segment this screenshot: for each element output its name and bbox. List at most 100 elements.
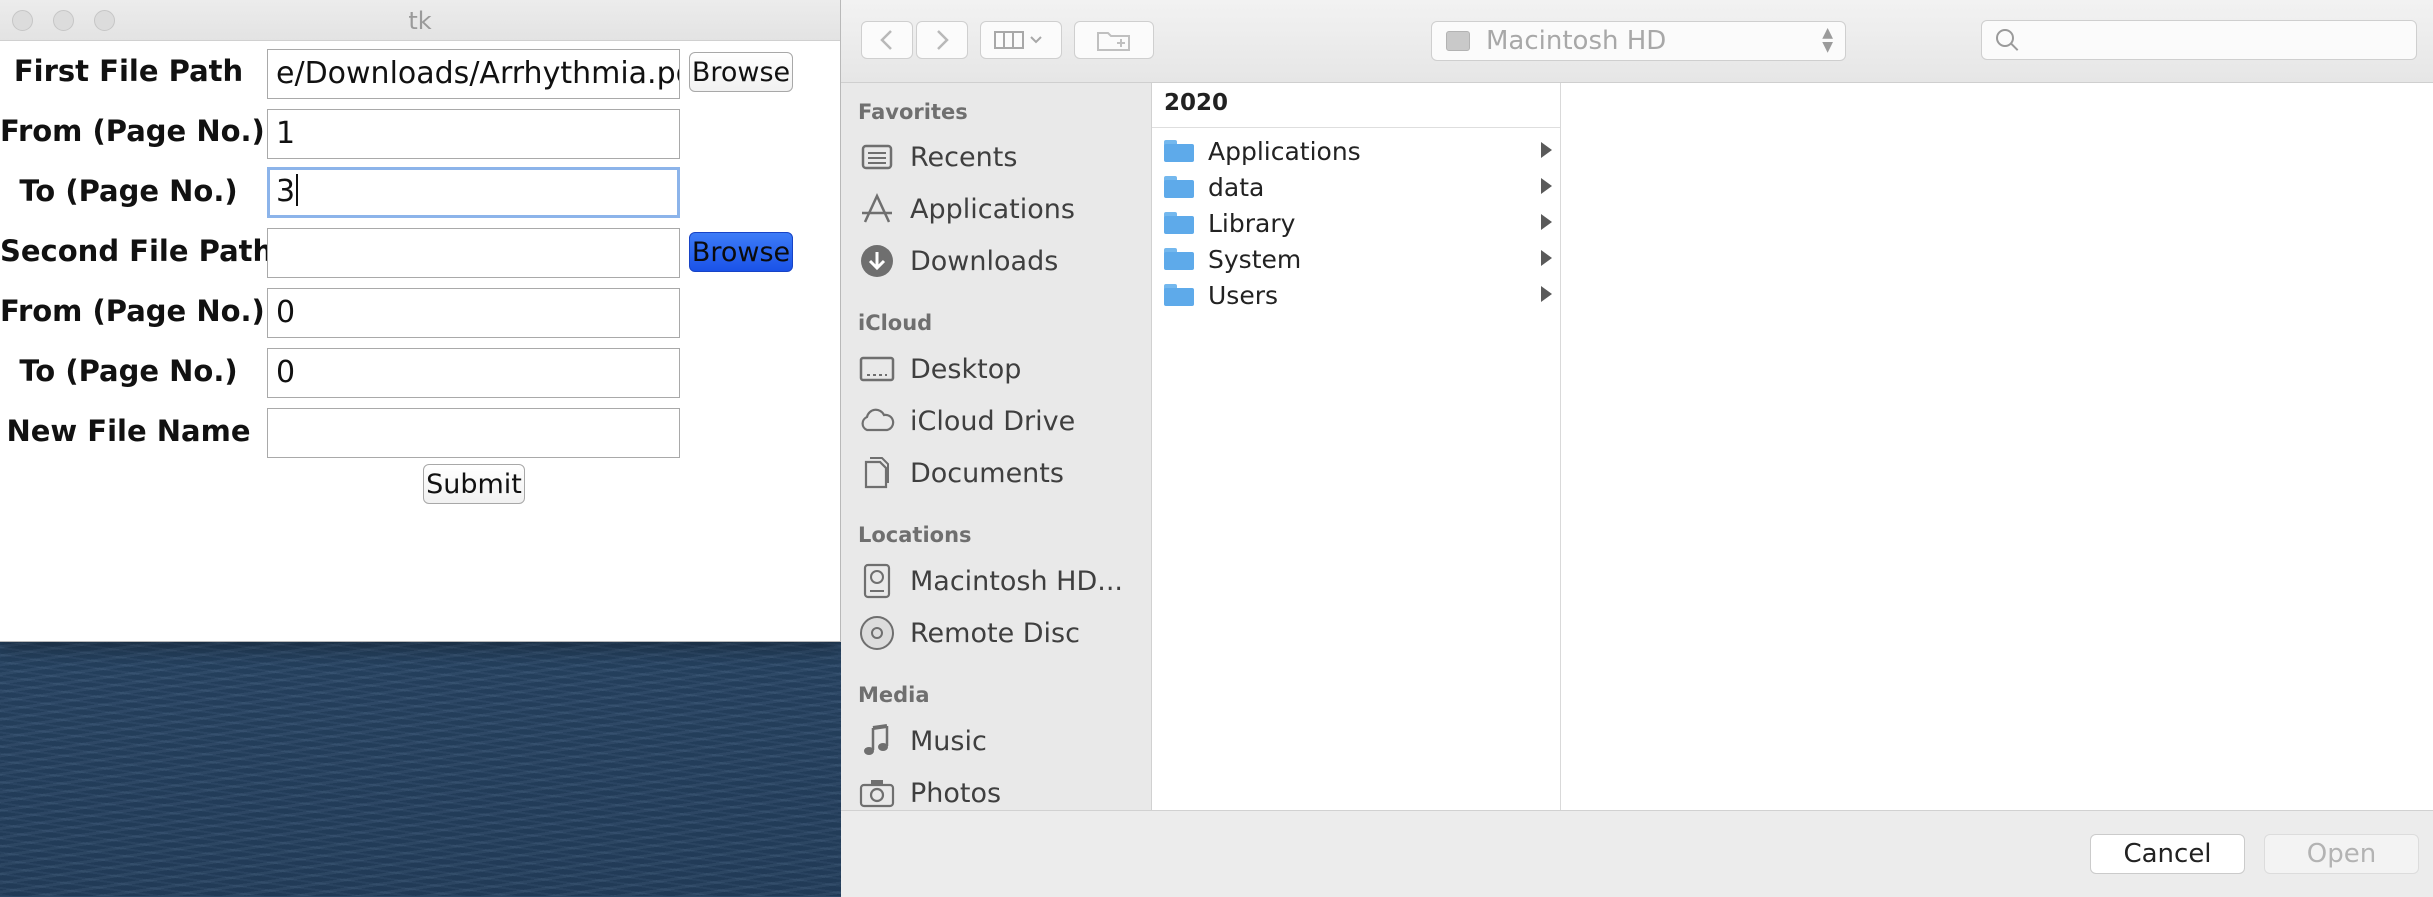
chevron-right-icon — [937, 30, 949, 50]
browse-button-label: Browse — [691, 56, 791, 88]
browser-column: 2020 Applications data Library System Us… — [1152, 83, 1561, 810]
folder-icon — [1164, 248, 1194, 270]
forward-button[interactable] — [916, 21, 968, 59]
list-item-users[interactable]: Users — [1152, 277, 1560, 313]
sidebar-item-label: Downloads — [910, 245, 1059, 277]
submit-button[interactable]: Submit — [423, 464, 525, 504]
second-from-page-input[interactable]: 0 — [267, 288, 680, 338]
first-from-page-label: From (Page No.) — [0, 114, 265, 148]
sidebar-item-label: Photos — [910, 777, 1002, 809]
cloud-icon — [858, 404, 896, 438]
folder-icon — [1164, 212, 1194, 234]
list-item-library[interactable]: Library — [1152, 205, 1560, 241]
second-file-path-input[interactable] — [267, 228, 680, 278]
cancel-button-label: Cancel — [2123, 839, 2212, 869]
location-popup[interactable]: Macintosh HD ▲ ▼ — [1431, 21, 1846, 61]
hard-disk-icon — [1446, 31, 1470, 51]
first-from-page-input[interactable]: 1 — [267, 109, 680, 159]
item-name: Library — [1208, 208, 1296, 238]
sidebar-item-desktop[interactable]: Desktop — [858, 347, 1143, 391]
sidebar-section-favorites: Favorites — [858, 100, 968, 124]
browse-first-file-button[interactable]: Browse — [689, 52, 793, 92]
hard-disk-icon — [858, 563, 896, 599]
sidebar-section-media: Media — [858, 683, 930, 707]
disclosure-arrow-icon — [1541, 250, 1552, 266]
column-browser: 2020 Applications data Library System Us… — [1152, 83, 2433, 810]
sidebar-item-music[interactable]: Music — [858, 719, 1143, 763]
recents-icon — [858, 140, 896, 174]
sidebar-section-locations: Locations — [858, 523, 972, 547]
list-item-data[interactable]: data — [1152, 169, 1560, 205]
sidebar-item-downloads[interactable]: Downloads — [858, 239, 1143, 283]
open-file-dialog: Macintosh HD ▲ ▼ Favorites Recents Applic… — [841, 0, 2433, 897]
submit-button-label: Submit — [426, 468, 522, 500]
open-button-label: Open — [2306, 839, 2377, 869]
list-item-system[interactable]: System — [1152, 241, 1560, 277]
sidebar-item-label: iCloud Drive — [910, 405, 1076, 437]
new-file-name-label: New File Name — [6, 414, 251, 448]
sidebar-item-recents[interactable]: Recents — [858, 135, 1143, 179]
disc-icon — [858, 616, 896, 650]
sidebar-item-documents[interactable]: Documents — [858, 451, 1143, 495]
documents-icon — [858, 456, 896, 490]
location-label: Macintosh HD — [1486, 26, 1667, 56]
open-button[interactable]: Open — [2264, 834, 2419, 874]
sidebar-item-label: Macintosh HD... — [910, 565, 1124, 597]
item-name: Applications — [1208, 136, 1361, 166]
sidebar-item-icloud-drive[interactable]: iCloud Drive — [858, 399, 1143, 443]
sidebar-item-macintosh-hd[interactable]: Macintosh HD... — [858, 559, 1143, 603]
search-icon — [1996, 29, 2014, 47]
back-button[interactable] — [861, 21, 913, 59]
cancel-button[interactable]: Cancel — [2090, 834, 2245, 874]
downloads-icon — [858, 244, 896, 278]
search-field[interactable] — [1981, 20, 2417, 60]
browse-button-label: Browse — [691, 236, 791, 268]
item-name: System — [1208, 244, 1302, 274]
folder-icon — [1164, 284, 1194, 306]
applications-icon — [858, 192, 896, 226]
disclosure-arrow-icon — [1541, 286, 1552, 302]
second-to-page-input[interactable]: 0 — [267, 348, 680, 398]
sidebar-section-icloud: iCloud — [858, 311, 933, 335]
column-header: 2020 — [1152, 83, 1560, 128]
list-item-applications[interactable]: Applications — [1152, 133, 1560, 169]
dialog-sidebar: Favorites Recents Applications Downloads… — [841, 83, 1152, 810]
sidebar-item-label: Documents — [910, 457, 1064, 489]
disclosure-arrow-icon — [1541, 214, 1552, 230]
sidebar-item-label: Recents — [910, 141, 1018, 173]
first-to-page-input[interactable]: 3 — [267, 167, 680, 218]
folder-icon — [1164, 140, 1194, 162]
dialog-toolbar: Macintosh HD ▲ ▼ — [841, 0, 2433, 83]
sidebar-item-label: Desktop — [910, 353, 1022, 385]
browse-second-file-button[interactable]: Browse — [689, 232, 793, 272]
sidebar-item-label: Applications — [910, 193, 1075, 225]
sidebar-item-applications[interactable]: Applications — [858, 187, 1143, 231]
camera-icon — [858, 776, 896, 810]
view-mode-button[interactable] — [980, 21, 1062, 59]
sidebar-item-label: Remote Disc — [910, 617, 1080, 649]
disclosure-arrow-icon — [1541, 178, 1552, 194]
first-to-page-value: 3 — [276, 174, 296, 209]
item-name: data — [1208, 172, 1265, 202]
dialog-button-bar: Cancel Open — [841, 810, 2433, 897]
first-to-page-label: To (Page No.) — [19, 174, 238, 208]
new-file-name-input[interactable] — [267, 408, 680, 458]
second-file-path-label: Second File Path — [0, 234, 274, 268]
item-name: Users — [1208, 280, 1279, 310]
chevron-updown-icon: ▲ ▼ — [1822, 25, 1833, 55]
sidebar-item-photos[interactable]: Photos — [858, 771, 1143, 810]
sidebar-item-remote-disc[interactable]: Remote Disc — [858, 611, 1143, 655]
music-icon — [858, 724, 896, 758]
second-from-page-label: From (Page No.) — [0, 294, 265, 328]
chevron-left-icon — [880, 30, 892, 50]
disclosure-arrow-icon — [1541, 142, 1552, 158]
desktop-icon — [858, 352, 896, 386]
new-folder-icon — [1097, 32, 1130, 51]
tk-titlebar[interactable]: tk — [0, 0, 840, 41]
column-view-icon — [994, 31, 1042, 49]
tk-window: tk First File Path e/Downloads/Arrhythmi… — [0, 0, 840, 641]
folder-icon — [1164, 176, 1194, 198]
first-file-path-input[interactable]: e/Downloads/Arrhythmia.pdf — [267, 49, 680, 99]
first-file-path-label: First File Path — [13, 54, 244, 88]
new-folder-button[interactable] — [1074, 21, 1154, 59]
